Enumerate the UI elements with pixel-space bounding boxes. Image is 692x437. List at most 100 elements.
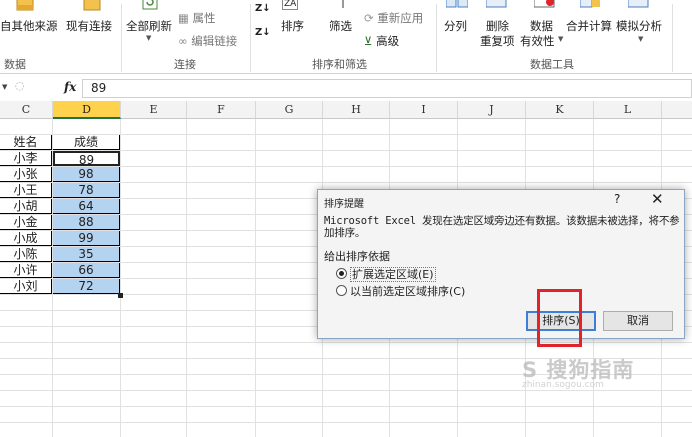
consolidate-icon (579, 0, 602, 11)
chevron-down-icon: ▼ (638, 35, 644, 43)
column-header-c[interactable]: C (0, 101, 53, 119)
formula-bar: ▼ ◌ fx 89 (0, 78, 692, 100)
dialog-title: 排序提醒 (324, 199, 364, 210)
sort-za-icon: Z↓ (255, 27, 271, 38)
what-if-analysis-button[interactable]: 模拟分析 ▼ (616, 0, 668, 50)
column-header-f[interactable]: F (187, 101, 256, 119)
reapply-button[interactable]: ⟳ 重新应用 (364, 10, 423, 26)
group-label-connections: 连接 (174, 58, 196, 71)
fill-handle[interactable] (118, 293, 123, 298)
existing-connections-button[interactable]: 现有连接 (64, 0, 120, 48)
column-header-l[interactable]: L (594, 101, 662, 119)
remove-duplicates-label-2: 重复项 (480, 34, 515, 48)
remove-duplicates-label-1: 删除 (486, 19, 509, 33)
table-cell-name[interactable]: 小成 (0, 231, 52, 246)
advanced-filter-button[interactable]: ⊻ 高级 (364, 33, 399, 49)
table-cell-score[interactable]: 88 (53, 215, 120, 230)
radio-current-label: 以当前选定区域排序(C) (350, 285, 466, 298)
table-cell-score[interactable]: 35 (53, 247, 120, 262)
table-cell-score[interactable]: 98 (53, 167, 120, 182)
sort-label: 排序 (281, 19, 304, 33)
group-label-data-tools: 数据工具 (530, 58, 574, 71)
column-header-d[interactable]: D (53, 101, 121, 119)
radio-current-selection[interactable]: 以当前选定区域排序(C) (336, 283, 465, 299)
funnel-icon (338, 0, 348, 11)
table-cell-name[interactable]: 小王 (0, 183, 52, 198)
sort-ascending-button[interactable]: Z↓ (255, 0, 271, 14)
advanced-filter-icon: ⊻ (364, 34, 373, 48)
table-cell-score[interactable]: 99 (53, 231, 120, 246)
data-validation-label-2: 有效性 (520, 34, 555, 48)
split-columns-icon (445, 0, 469, 11)
reapply-icon: ⟳ (364, 11, 374, 25)
function-icon[interactable]: fx (64, 80, 76, 94)
table-cell-name[interactable]: 小陈 (0, 247, 52, 262)
ribbon: 自其他来源 现有连接 全部刷新 ▼ ▦ 属性 ∞ 编辑链接 Z↓ Z↓ ZA 排… (0, 0, 692, 74)
cancel-button[interactable]: 取消 (603, 311, 673, 331)
column-header-g[interactable]: G (256, 101, 323, 119)
column-header-h[interactable]: H (323, 101, 390, 119)
table-cell-score[interactable]: 64 (53, 199, 120, 214)
group-label-data: 数据 (4, 58, 26, 71)
column-header-e[interactable]: E (121, 101, 187, 119)
table-cell-name[interactable]: 小李 (0, 151, 52, 166)
table-header-name[interactable]: 姓名 (0, 135, 52, 150)
chevron-down-icon: ▼ (558, 35, 564, 43)
formula-input[interactable]: 89 (82, 79, 692, 98)
table-header-score[interactable]: 成绩 (53, 135, 120, 150)
table-cell-name[interactable]: 小许 (0, 263, 52, 278)
radio-expand-selection[interactable]: 扩展选定区域(E) (336, 266, 436, 282)
table-cell-name[interactable]: 小张 (0, 167, 52, 182)
table-cell-score[interactable]: 66 (53, 263, 120, 278)
filter-label: 筛选 (329, 19, 352, 33)
dialog-message: Microsoft Excel 发现在选定区域旁边还有数据。该数据未被选择，将不… (324, 215, 680, 239)
chevron-down-icon: ▼ (146, 34, 152, 42)
sort-button[interactable]: ZA 排序 (280, 0, 304, 40)
link-icon: ∞ (178, 34, 188, 48)
reapply-label: 重新应用 (377, 11, 424, 25)
dialog-section-label: 给出排序依据 (324, 250, 390, 263)
table-cell-score[interactable]: 72 (53, 279, 120, 294)
split-label: 分列 (444, 19, 467, 33)
radio-expand-label: 扩展选定区域(E) (350, 267, 436, 282)
table-cell-name[interactable]: 小金 (0, 215, 52, 230)
database-icon (14, 0, 36, 15)
sort-descending-button[interactable]: Z↓ (255, 24, 271, 38)
advanced-label: 高级 (376, 34, 400, 48)
what-if-label: 模拟分析 (616, 19, 662, 33)
consolidate-label: 合并计算 (566, 19, 612, 33)
help-icon[interactable]: ? (614, 192, 620, 206)
name-box[interactable]: ▼ ◌ (0, 79, 40, 98)
column-header-j[interactable]: J (458, 101, 526, 119)
properties-icon: ▦ (178, 11, 189, 25)
column-header-k[interactable]: K (526, 101, 594, 119)
refresh-icon (142, 0, 158, 13)
table-cell-score[interactable]: 78 (53, 183, 120, 198)
group-label-sort-filter: 排序和筛选 (312, 58, 367, 71)
data-validation-button[interactable]: 数据 有效性 ▼ (520, 0, 568, 50)
remove-duplicates-button[interactable]: 删除 重复项 (480, 0, 518, 50)
radio-selected-icon (336, 268, 347, 279)
data-validation-icon (533, 0, 556, 11)
remove-duplicates-icon (485, 0, 508, 11)
refresh-all-label: 全部刷新 (126, 19, 172, 33)
properties-label: 属性 (192, 11, 216, 25)
sort-az-icon: Z↓ (255, 3, 271, 14)
cancel-icon: ◌ (14, 79, 25, 92)
edit-links-label: 编辑链接 (191, 34, 238, 48)
table-cell-name[interactable]: 小胡 (0, 199, 52, 214)
edit-links-button[interactable]: ∞ 编辑链接 (178, 33, 237, 49)
column-header-m[interactable] (662, 101, 692, 119)
column-header-i[interactable]: I (390, 101, 458, 119)
radio-unselected-icon (336, 285, 347, 296)
what-if-icon (627, 0, 650, 11)
from-other-sources-button[interactable]: 自其他来源 (0, 0, 58, 48)
data-validation-label-1: 数据 (530, 19, 553, 33)
refresh-all-button[interactable]: 全部刷新 ▼ (126, 0, 174, 54)
table-cell-score-active[interactable]: 89 (53, 151, 120, 167)
sort-dialog-icon: ZA (282, 0, 299, 10)
properties-button[interactable]: ▦ 属性 (178, 10, 216, 26)
table-cell-name[interactable]: 小刘 (0, 279, 52, 294)
filter-button[interactable]: 筛选 (328, 0, 356, 40)
close-icon[interactable]: ✕ (651, 190, 664, 208)
